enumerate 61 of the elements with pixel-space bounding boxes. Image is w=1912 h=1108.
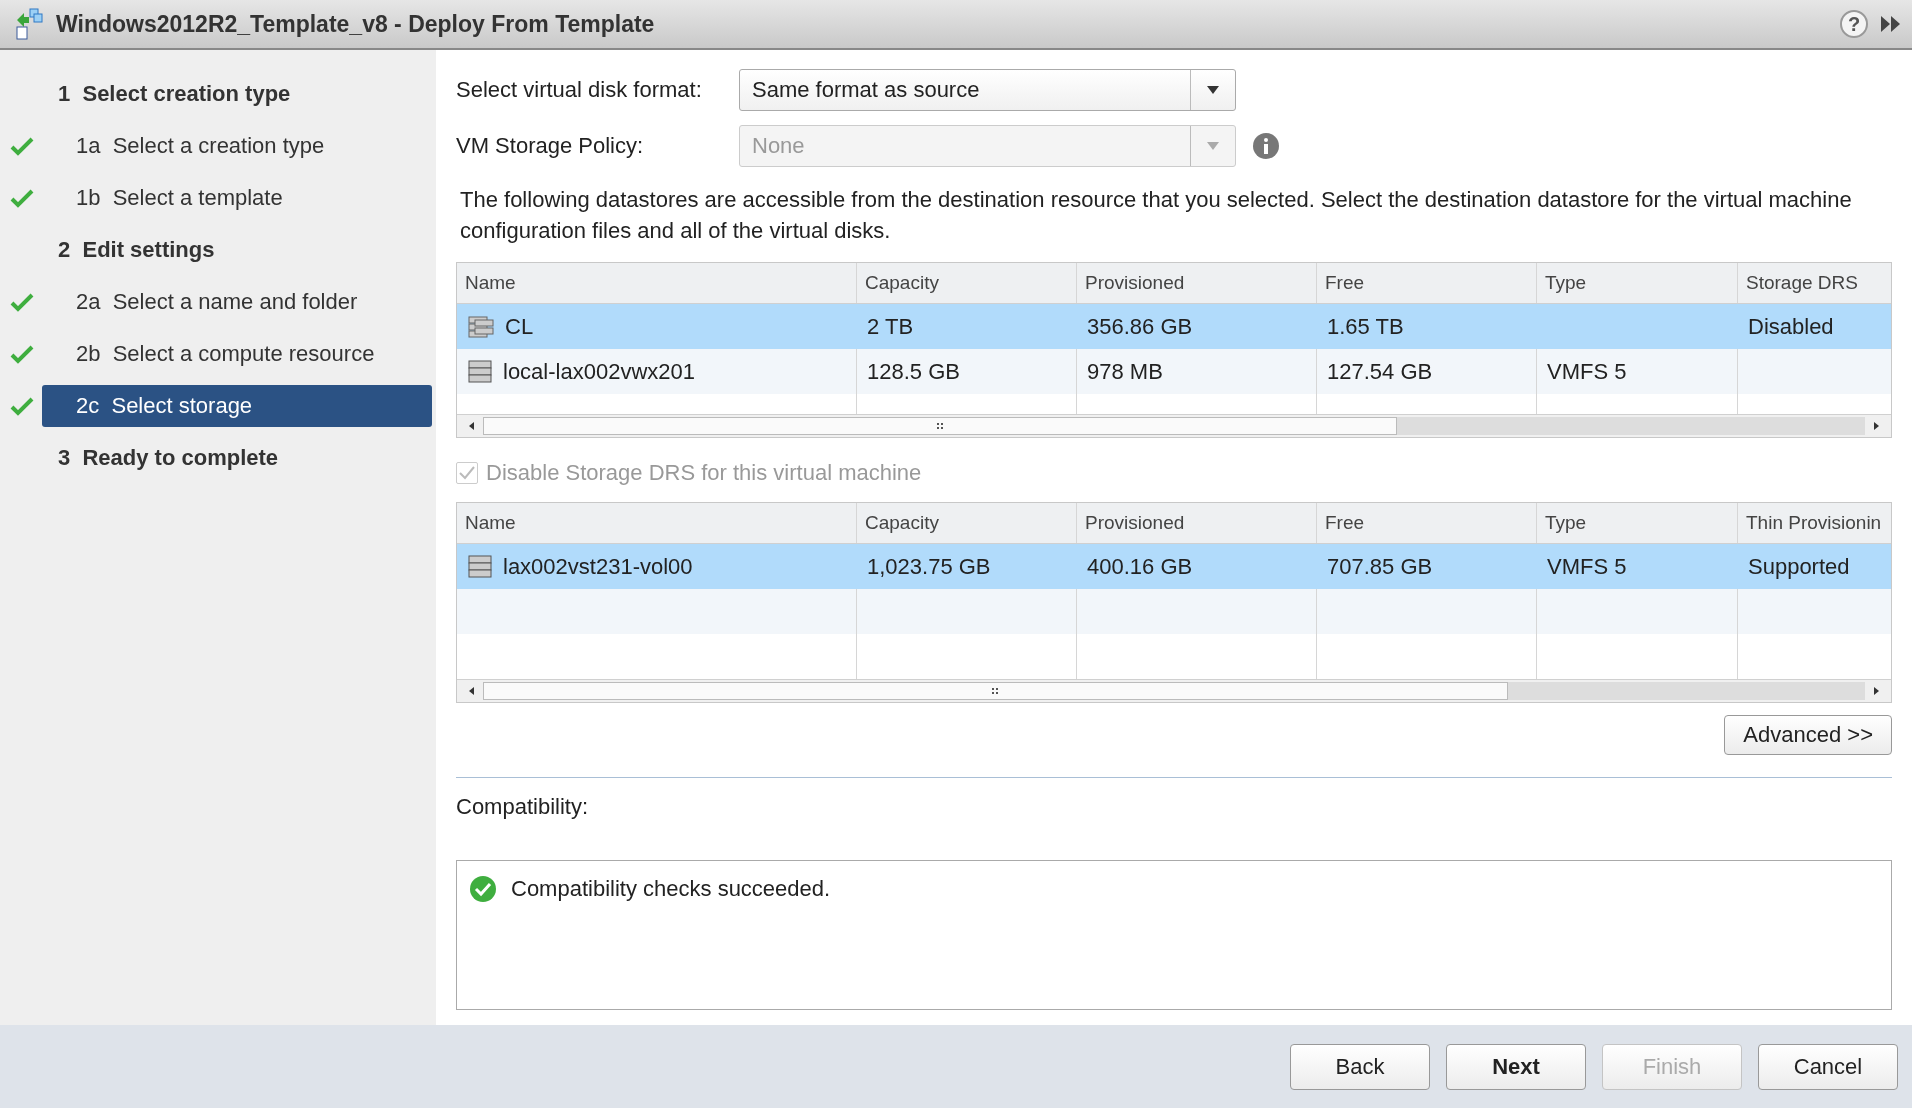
column-header[interactable]: Name (457, 503, 857, 543)
table-cell: CL (505, 313, 534, 340)
table-row[interactable]: local-lax002vwx201 128.5 GB 978 MB 127.54 GB VMFS 5 (457, 349, 1891, 394)
advanced-button[interactable]: Advanced >> (1724, 715, 1892, 755)
column-header[interactable]: Thin Provisionin (1738, 503, 1891, 543)
collapse-icon[interactable] (1880, 14, 1902, 34)
column-header[interactable]: Provisioned (1077, 263, 1317, 303)
step-heading: 3 Ready to complete (58, 445, 279, 471)
disk-format-dropdown[interactable]: Same format as source (739, 69, 1236, 111)
column-header[interactable]: Type (1537, 503, 1738, 543)
step-item[interactable]: 2c Select storage (42, 385, 432, 427)
column-header[interactable]: Free (1317, 263, 1537, 303)
table-cell: 400.16 GB (1087, 553, 1193, 580)
step-heading: 1 Select creation type (58, 81, 291, 107)
field-label: Select virtual disk format: (456, 77, 703, 103)
compatibility-message: Compatibility checks succeeded. (511, 875, 831, 903)
table-cell: Disabled (1748, 313, 1834, 340)
table-cell: 356.86 GB (1087, 313, 1193, 340)
table-cell: 2 TB (867, 313, 914, 340)
table-cell: 707.85 GB (1327, 553, 1433, 580)
table-row[interactable]: lax002vst231-vol00 1,023.75 GB 400.16 GB 707.85 GB VMFS 5 Supported (457, 544, 1891, 589)
window-title: Windows2012R2_Template_v8 - Deploy From Template (56, 10, 655, 38)
step-item[interactable]: 1b Select a template (40, 177, 317, 219)
table-cell: 127.54 GB (1327, 358, 1433, 385)
table-cell: VMFS 5 (1547, 553, 1627, 580)
table-cell: VMFS 5 (1547, 358, 1627, 385)
dropdown-arrow-icon (1207, 86, 1219, 94)
table-cell: 1,023.75 GB (867, 553, 991, 580)
wizard-button[interactable]: Back (1290, 1043, 1430, 1090)
success-icon (469, 875, 497, 903)
column-header[interactable]: Free (1317, 503, 1537, 543)
help-button[interactable]: ? (1840, 10, 1868, 38)
table-cell: 1.65 TB (1327, 313, 1404, 340)
table-cell: lax002vst231-vol00 (503, 553, 693, 580)
horizontal-scrollbar[interactable] (457, 414, 1891, 437)
checkbox-label: Disable Storage DRS for this virtual machine (486, 460, 922, 486)
table-cell: Supported (1748, 553, 1850, 580)
table-cell: local-lax002vwx201 (503, 358, 695, 385)
column-header[interactable]: Storage DRS (1738, 263, 1891, 303)
splitter-handle[interactable] (456, 777, 1892, 778)
column-header[interactable]: Type (1537, 263, 1738, 303)
description-text: The following datastores are accessible from the destination resource that you selected. Select the destination datastore for the virtual machine configuration files and all of the virtual disks. (460, 186, 1853, 245)
wizard-button[interactable]: Cancel (1758, 1043, 1898, 1090)
column-header[interactable]: Name (457, 263, 857, 303)
table-cell: 978 MB (1087, 358, 1163, 385)
compatibility-label: Compatibility: (456, 794, 590, 820)
step-item[interactable]: 2a Select a name and folder (40, 281, 392, 323)
step-item[interactable]: 1a Select a creation type (40, 125, 359, 167)
dropdown-arrow-icon (1207, 142, 1219, 150)
step-heading: 2 Edit settings (58, 237, 215, 263)
step-item[interactable]: 2b Select a compute resource (40, 333, 409, 375)
table-row[interactable]: CL 2 TB 356.86 GB 1.65 TB Disabled (457, 304, 1891, 349)
column-header[interactable]: Capacity (857, 503, 1077, 543)
column-header[interactable]: Capacity (857, 263, 1077, 303)
field-label: VM Storage Policy: (456, 133, 645, 159)
template-deploy-icon (14, 8, 44, 40)
info-icon[interactable] (1252, 132, 1280, 160)
wizard-button[interactable]: Next (1446, 1043, 1586, 1090)
column-header[interactable]: Provisioned (1077, 503, 1317, 543)
horizontal-scrollbar[interactable] (457, 679, 1891, 702)
table-cell: 128.5 GB (867, 358, 960, 385)
